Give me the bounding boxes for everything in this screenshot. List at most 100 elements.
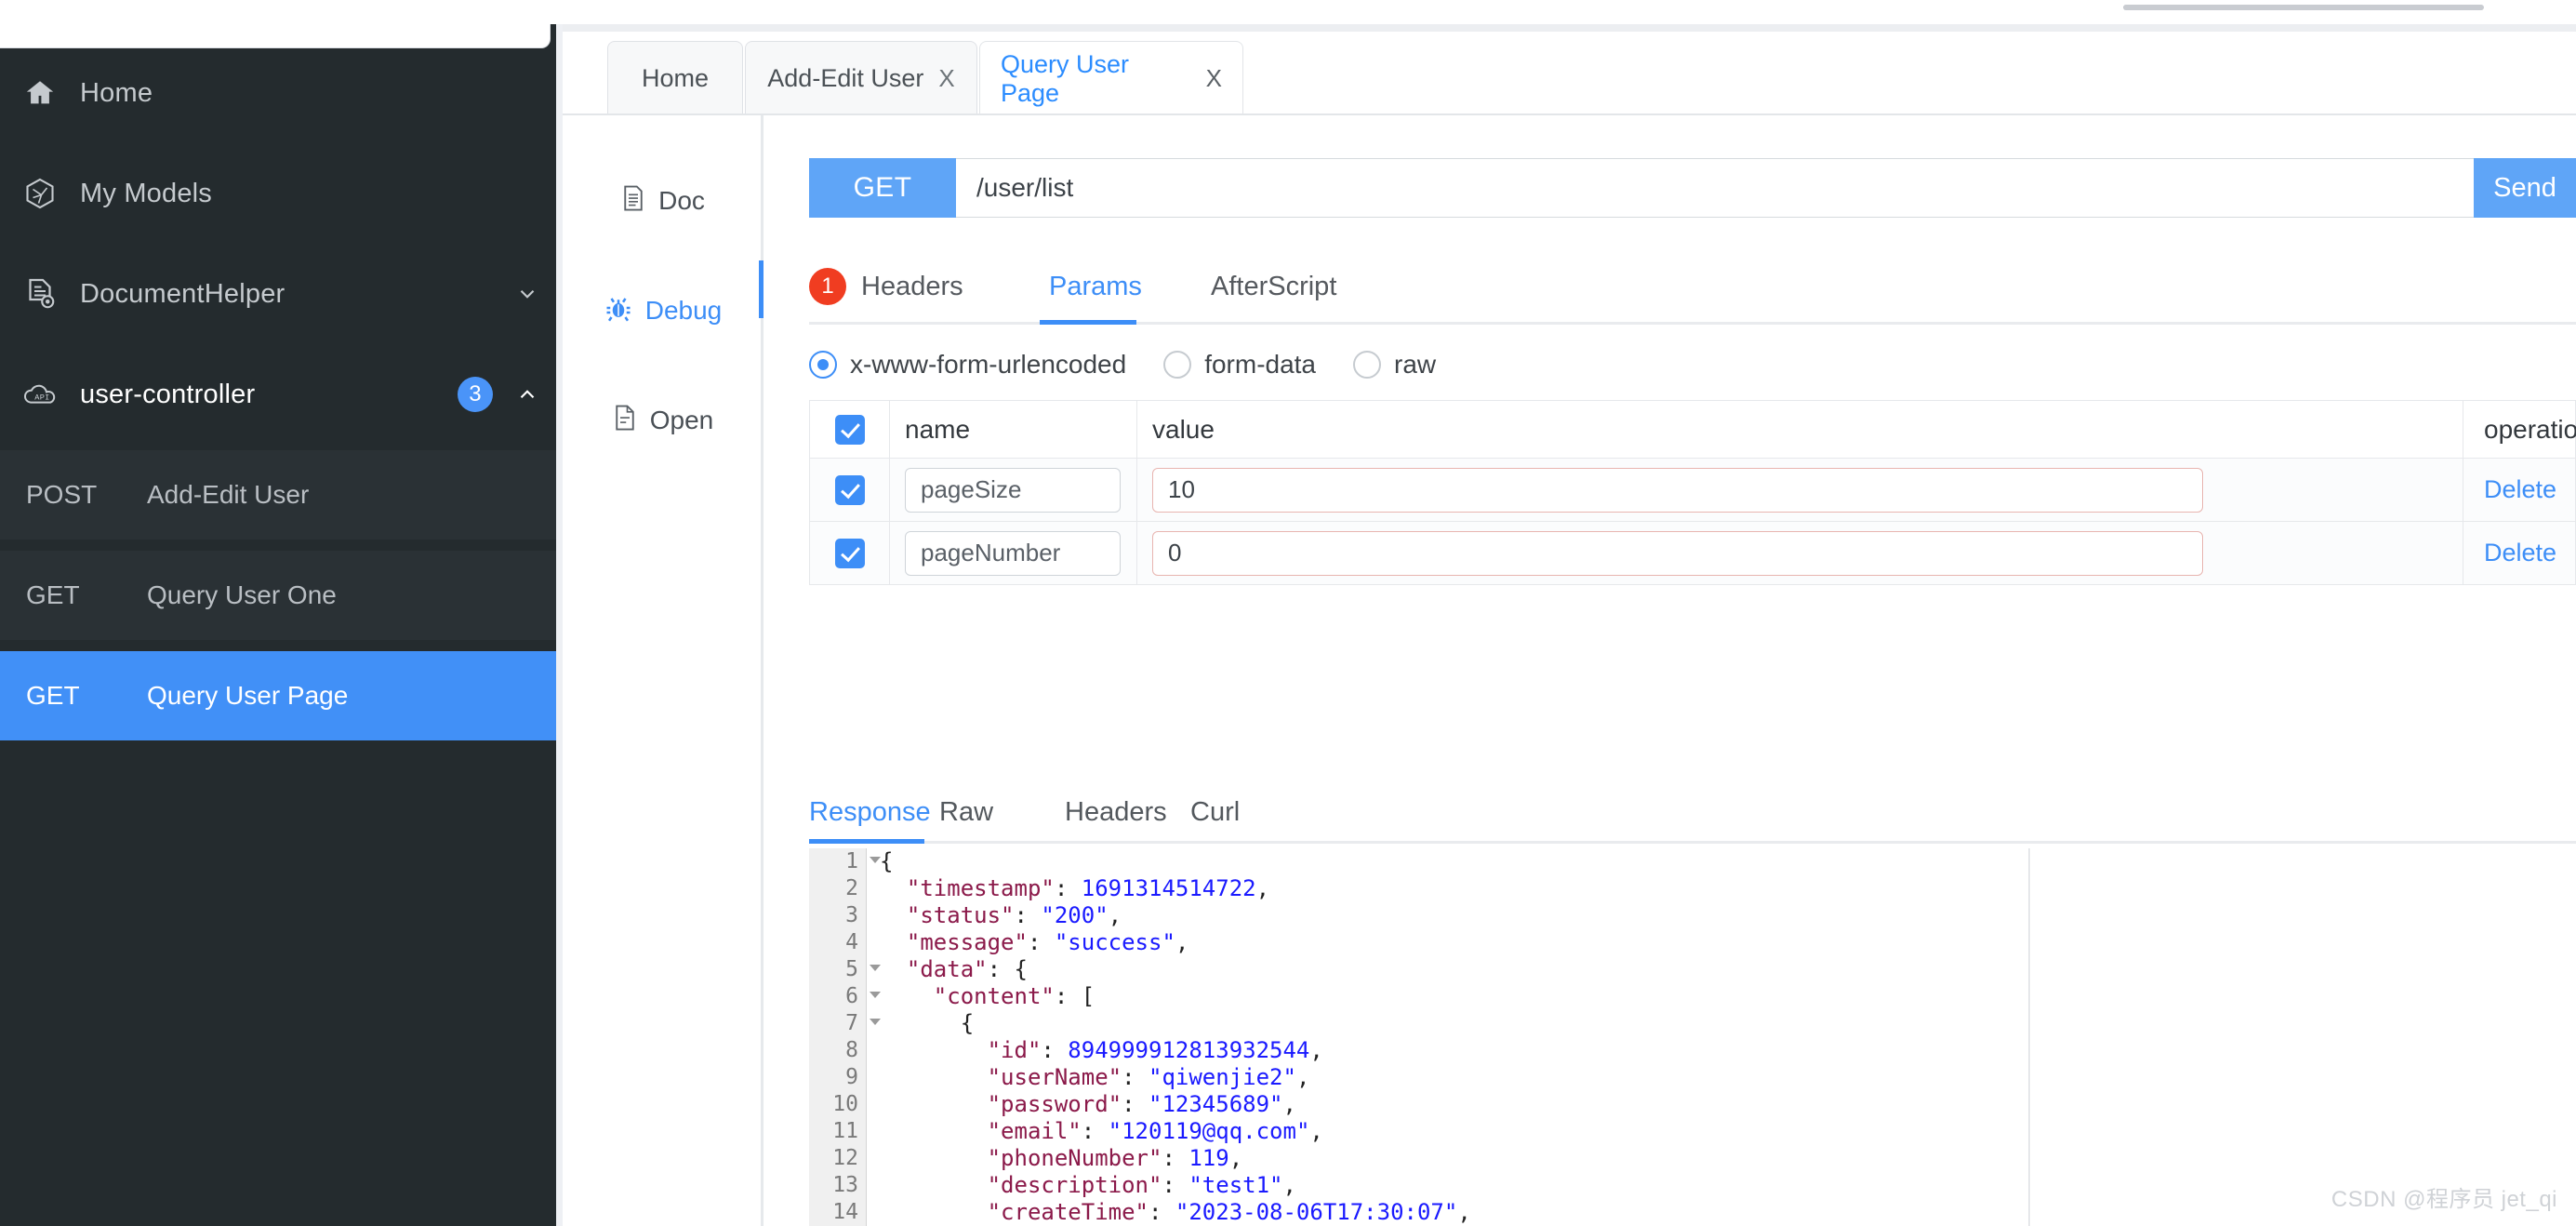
radio-x-www-form-urlencoded-label: x-www-form-urlencoded [850, 350, 1127, 379]
params-table: name value operation pageSize 10 Delete [809, 400, 2576, 585]
line-number: 8 [845, 1038, 858, 1062]
radio-x-www-form-urlencoded[interactable]: x-www-form-urlencoded [809, 350, 1126, 380]
file-icon [613, 404, 637, 438]
column-header-name: name [890, 401, 1137, 458]
page-tabbar: Home Add-Edit User X Query User Page X [563, 32, 2576, 115]
param-operation-cell: Delete [2463, 522, 2575, 584]
request-tabs: 1 Headers Params AfterScript [809, 253, 2576, 320]
code-line: { [960, 1010, 975, 1036]
line-number: 3 [845, 903, 858, 927]
sidebar-item-document-helper-label: DocumentHelper [80, 278, 285, 309]
param-value-input[interactable]: 10 [1152, 467, 2203, 513]
tab-headers[interactable]: 1 Headers [809, 253, 963, 320]
tab-response[interactable]: Response [809, 783, 931, 841]
column-header-value: value [1137, 401, 2463, 458]
sidebar-item-user-controller[interactable]: API user-controller 3 [0, 350, 556, 439]
tab-add-edit-user-label: Add-Edit User [767, 64, 924, 92]
radio-raw[interactable]: raw [1353, 350, 1436, 380]
response-code-viewer[interactable]: 12345678910111213141516 { "timestamp": 1… [809, 848, 2576, 1226]
sidebar-item-home[interactable]: Home [0, 48, 556, 138]
tab-query-user-page-label: Query User Page [1001, 49, 1130, 107]
sidebar-top-rounded-panel [0, 24, 551, 48]
sidebar-endpoint-name: Query User Page [147, 681, 349, 710]
tab-raw-label: Raw [939, 796, 994, 827]
sidebar-endpoint-name: Query User One [147, 580, 337, 609]
code-line: "password": "12345689", [987, 1091, 1296, 1117]
tab-params[interactable]: Params [1049, 253, 1142, 320]
column-header-operation: operation [2484, 414, 2576, 444]
row-select-cell[interactable] [810, 522, 890, 584]
url-input[interactable]: /user/list [956, 158, 2474, 218]
rail-item-doc-label: Doc [658, 186, 705, 215]
sidebar-item-my-models[interactable]: My Models [0, 149, 556, 238]
radio-icon [1353, 351, 1382, 379]
sidebar-endpoint-count-badge: 3 [458, 377, 493, 412]
param-value-input[interactable]: 0 [1152, 530, 2203, 576]
mode-rail: Doc Debug Open [563, 115, 764, 1226]
tab-home[interactable]: Home [607, 41, 743, 115]
close-icon[interactable]: X [1206, 64, 1222, 93]
checkbox-icon[interactable] [834, 414, 865, 445]
line-number: 4 [845, 930, 858, 954]
tab-response-headers[interactable]: Headers [1065, 783, 1167, 841]
tab-raw[interactable]: Raw [939, 783, 993, 841]
sidebar-item-home-label: Home [80, 77, 153, 108]
tab-add-edit-user[interactable]: Add-Edit User X [745, 41, 977, 115]
sidebar-item-document-helper[interactable]: DocumentHelper [0, 249, 556, 339]
rail-item-debug[interactable]: Debug [563, 273, 764, 348]
param-operation-cell: Delete [2463, 459, 2575, 521]
sidebar-endpoint-query-user-one[interactable]: GET Query User One [0, 551, 556, 640]
sidebar-endpoint-query-user-page[interactable]: GET Query User Page [0, 651, 556, 740]
sidebar-endpoint-method: GET [26, 580, 80, 609]
horizontal-scrollbar[interactable] [2123, 5, 2484, 10]
left-sidebar: Home My Models DocumentHelper API user-c… [0, 24, 556, 1226]
rail-item-doc[interactable]: Doc [563, 164, 764, 238]
delete-param-button[interactable]: Delete [2484, 475, 2556, 504]
param-name-input[interactable]: pageSize [905, 467, 1121, 513]
chevron-down-icon[interactable] [498, 282, 556, 306]
tab-curl[interactable]: Curl [1190, 783, 1240, 841]
doc-list-icon [621, 184, 645, 219]
code-line: "timestamp": 1691314514722, [906, 875, 1270, 901]
send-button[interactable]: Send [2474, 158, 2576, 218]
select-all-cell[interactable] [810, 401, 890, 458]
rail-item-open-label: Open [649, 406, 714, 434]
checkbox-icon[interactable] [834, 474, 865, 505]
close-icon[interactable]: X [938, 64, 954, 93]
checkbox-icon[interactable] [834, 538, 865, 568]
sidebar-endpoint-add-edit-user[interactable]: POST Add-Edit User [0, 450, 556, 540]
code-line: "message": "success", [906, 929, 1189, 955]
code-line: "phoneNumber": 119, [987, 1145, 1243, 1171]
sidebar-endpoint-method: POST [26, 480, 98, 509]
line-number: 2 [845, 876, 858, 900]
response-tabs: Response Raw Headers Curl Show Descripti… [809, 783, 2576, 841]
radio-icon [1163, 351, 1192, 379]
top-strip [563, 0, 2576, 24]
row-select-cell[interactable] [810, 459, 890, 521]
param-name-input[interactable]: pageNumber [905, 530, 1121, 576]
sidebar-item-user-controller-label: user-controller [80, 379, 256, 409]
app-root: Home My Models DocumentHelper API user-c… [0, 0, 2576, 1226]
tab-afterscript[interactable]: AfterScript [1211, 253, 1336, 320]
headers-count-badge: 1 [809, 268, 846, 305]
tab-query-user-page[interactable]: Query User Page X [979, 41, 1243, 115]
sidebar-endpoint-name: Add-Edit User [147, 480, 310, 509]
bug-icon [604, 294, 632, 328]
line-number: 1 [809, 848, 881, 875]
chevron-up-icon[interactable] [498, 382, 556, 406]
svg-text:API: API [34, 393, 49, 403]
tab-home-label: Home [641, 64, 710, 92]
line-number: 12 [832, 1146, 858, 1170]
document-gear-icon [0, 277, 80, 311]
sidebar-endpoint-method: GET [26, 681, 80, 710]
tab-headers-label: Headers [861, 271, 963, 301]
sidebar-gap-strip [556, 24, 563, 1226]
radio-form-data[interactable]: form-data [1163, 350, 1316, 380]
radio-icon [809, 351, 837, 379]
param-name-cell: pageSize [890, 459, 1137, 521]
param-value-cell: 0 [1137, 522, 2463, 584]
code-gutter: 12345678910111213141516 [809, 848, 881, 1226]
rail-item-open[interactable]: Open [563, 383, 764, 458]
method-select[interactable]: GET [809, 158, 956, 218]
delete-param-button[interactable]: Delete [2484, 539, 2556, 567]
